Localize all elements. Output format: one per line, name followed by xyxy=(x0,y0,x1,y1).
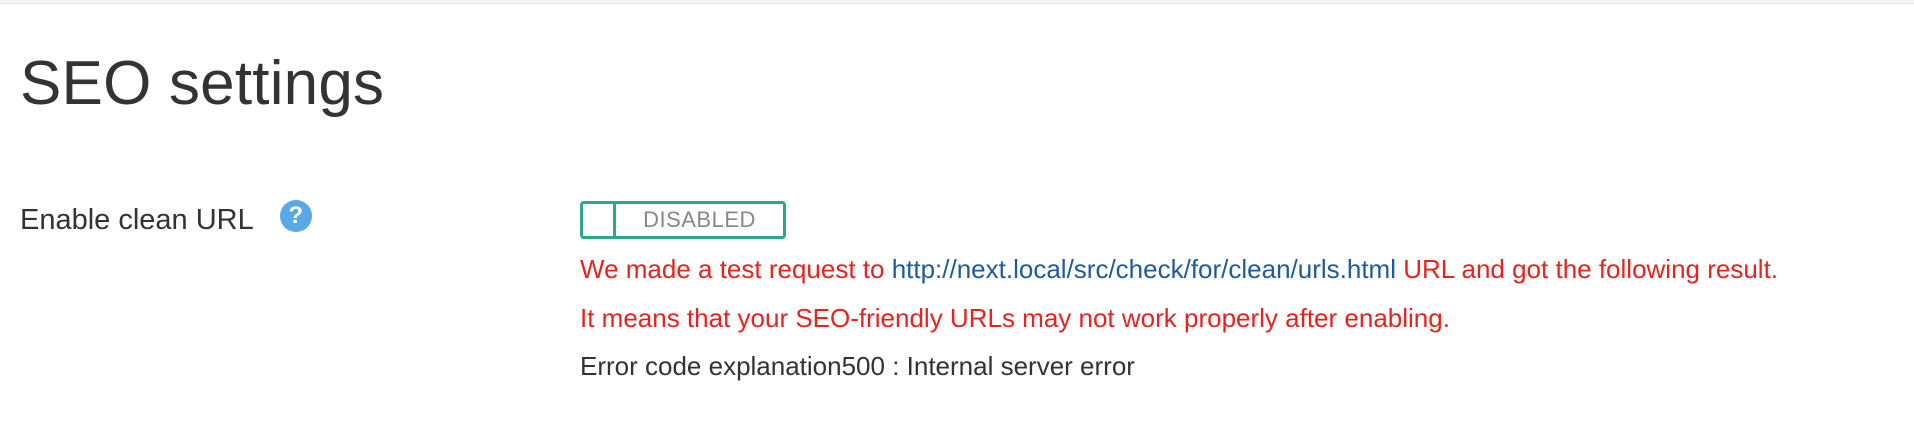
help-icon[interactable]: ? xyxy=(279,200,312,232)
test-request-prefix: We made a test request to xyxy=(580,254,892,284)
seo-warning-message: It means that your SEO-friendly URLs may… xyxy=(580,303,1450,333)
test-request-suffix: URL and got the following result. xyxy=(1396,254,1779,284)
test-request-message: We made a test request to http://next.lo… xyxy=(580,252,1778,286)
toggle-knob xyxy=(583,204,616,236)
top-border xyxy=(0,0,1914,4)
help-icon-glyph: ? xyxy=(288,202,304,229)
test-url-link[interactable]: http://next.local/src/check/for/clean/ur… xyxy=(892,254,1396,284)
clean-url-toggle[interactable]: DISABLED xyxy=(580,201,786,239)
enable-clean-url-label: Enable clean URL xyxy=(20,204,254,236)
page-title: SEO settings xyxy=(20,49,385,118)
toggle-state-label: DISABLED xyxy=(643,207,756,232)
error-code-explanation: Error code explanation500 : Internal ser… xyxy=(580,351,1135,381)
field-label-row: Enable clean URL ? xyxy=(20,198,312,242)
